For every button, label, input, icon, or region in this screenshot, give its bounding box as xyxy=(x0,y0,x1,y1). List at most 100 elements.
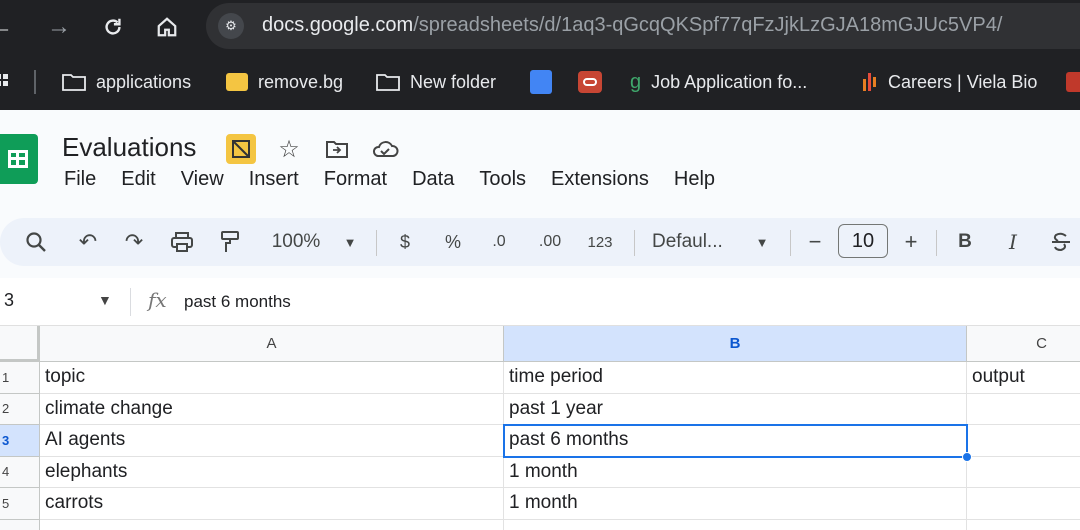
reload-icon[interactable] xyxy=(96,10,130,44)
menu-insert[interactable]: Insert xyxy=(249,168,299,191)
redo-icon[interactable]: ↷ xyxy=(120,228,148,256)
cell-a3[interactable]: AI agents xyxy=(40,425,504,457)
toolbar-separator xyxy=(376,230,377,256)
strikethrough-icon[interactable] xyxy=(1048,228,1074,256)
cell-a5[interactable]: carrots xyxy=(40,488,504,520)
column-header-a[interactable]: A xyxy=(40,326,504,362)
row-header-3[interactable]: 3 xyxy=(0,425,40,457)
cell-b1[interactable]: time period xyxy=(504,362,967,394)
fill-handle[interactable] xyxy=(962,452,972,462)
bookmarks-separator xyxy=(34,70,36,94)
name-box-dropdown-icon[interactable]: ▼ xyxy=(98,292,112,308)
apps-grid-icon[interactable] xyxy=(0,68,10,96)
bookmark-label: applications xyxy=(96,71,192,92)
forward-icon[interactable]: → xyxy=(42,10,76,44)
formula-input[interactable]: past 6 months xyxy=(184,292,291,312)
column-header-c[interactable]: C xyxy=(967,326,1080,362)
cell-a2[interactable]: climate change xyxy=(40,393,504,425)
menu-bar: File Edit View Insert Format Data Tools … xyxy=(64,168,740,191)
removebg-icon xyxy=(226,73,248,91)
menu-help[interactable]: Help xyxy=(674,168,715,191)
menu-format[interactable]: Format xyxy=(324,168,387,191)
row-header-2[interactable]: 2 xyxy=(0,393,40,425)
menu-file[interactable]: File xyxy=(64,168,96,191)
bookmark-careers-viela[interactable]: Careers | Viela Bio xyxy=(862,68,1037,96)
cell-c2[interactable] xyxy=(967,394,1080,425)
row-header-1[interactable]: 1 xyxy=(0,362,40,394)
paint-format-icon[interactable] xyxy=(216,228,244,256)
undo-icon[interactable]: ↶ xyxy=(74,228,102,256)
cell-c3[interactable] xyxy=(967,425,1080,457)
address-bar[interactable]: ⚙ docs.google.com/spreadsheets/d/1aq3-qG… xyxy=(206,3,1080,49)
column-header-b[interactable]: B xyxy=(504,326,967,362)
cell-b6[interactable] xyxy=(504,519,967,530)
cell-c5[interactable] xyxy=(967,488,1080,520)
bookmark-docs[interactable] xyxy=(530,68,552,96)
select-all-corner[interactable] xyxy=(0,326,40,362)
bookmark-label: remove.bg xyxy=(258,71,344,92)
decrease-font-size-button[interactable]: − xyxy=(804,228,826,256)
cell-a1[interactable]: topic xyxy=(40,362,504,394)
bookmark-icon xyxy=(1066,72,1080,92)
back-icon[interactable]: ← xyxy=(0,10,18,44)
folder-icon xyxy=(376,74,400,91)
sheets-logo-icon[interactable] xyxy=(0,134,38,184)
cloud-status-icon[interactable] xyxy=(370,134,400,164)
search-menus-icon[interactable] xyxy=(22,228,50,256)
cell-c4[interactable] xyxy=(967,457,1080,488)
docs-icon xyxy=(530,70,552,94)
cell-b3[interactable]: past 6 months xyxy=(504,425,967,457)
name-box[interactable]: 3 xyxy=(4,290,14,311)
home-icon[interactable] xyxy=(150,10,184,44)
star-icon[interactable]: ☆ xyxy=(274,134,304,164)
toolbar-separator xyxy=(634,230,635,256)
font-dropdown-icon[interactable]: ▼ xyxy=(752,228,772,256)
menu-view[interactable]: View xyxy=(181,168,224,191)
move-to-folder-icon[interactable] xyxy=(322,134,352,164)
document-title[interactable]: Evaluations xyxy=(62,132,196,163)
cell-b5[interactable]: 1 month xyxy=(504,488,967,520)
fx-icon: fx xyxy=(148,288,167,312)
row-header-4[interactable]: 4 xyxy=(0,456,40,488)
cell-a6[interactable] xyxy=(40,519,504,530)
bookmark-label: Job Application fo... xyxy=(651,71,808,92)
bookmark-removebg[interactable]: remove.bg xyxy=(226,68,343,96)
formula-separator xyxy=(130,288,131,316)
row-header-5[interactable]: 5 xyxy=(0,488,40,520)
cell-c1[interactable]: output xyxy=(967,362,1080,394)
menu-extensions[interactable]: Extensions xyxy=(551,168,649,191)
bookmarks-bar: applications remove.bg New folder ɡ Job … xyxy=(0,54,1080,110)
row-header-6[interactable] xyxy=(0,519,40,530)
cell-b2[interactable]: past 1 year xyxy=(504,393,967,425)
menu-edit[interactable]: Edit xyxy=(121,168,155,191)
bookmark-label: New folder xyxy=(410,71,497,92)
decrease-decimal-button[interactable]: .0 xyxy=(486,228,512,256)
bookmark-applications[interactable]: applications xyxy=(62,68,191,96)
cell-b4[interactable]: 1 month xyxy=(504,456,967,488)
cell-c6[interactable] xyxy=(967,520,1080,530)
bookmark-overflow[interactable] xyxy=(1066,68,1080,96)
offline-status-icon[interactable] xyxy=(226,134,256,164)
cell-a4[interactable]: elephants xyxy=(40,456,504,488)
formula-bar: 3 ▼ fx past 6 months xyxy=(0,278,1080,326)
bookmark-job-application[interactable]: ɡ Job Application fo... xyxy=(630,68,807,96)
zoom-select[interactable]: 100% xyxy=(266,228,326,256)
site-settings-icon[interactable]: ⚙ xyxy=(218,13,244,39)
menu-data[interactable]: Data xyxy=(412,168,454,191)
bold-button[interactable]: B xyxy=(954,228,976,256)
format-percent-button[interactable]: % xyxy=(442,228,464,256)
menu-tools[interactable]: Tools xyxy=(479,168,526,191)
font-select[interactable]: Defaul... xyxy=(652,228,736,256)
bookmark-new-folder[interactable]: New folder xyxy=(376,68,496,96)
increase-font-size-button[interactable]: + xyxy=(900,228,922,256)
zoom-dropdown-icon[interactable]: ▼ xyxy=(340,228,360,256)
browser-toolbar: ← → ⚙ docs.google.com/spreadsheets/d/1aq… xyxy=(0,0,1080,54)
more-formats-button[interactable]: 123 xyxy=(584,228,616,256)
toolbar-separator xyxy=(790,230,791,256)
format-currency-button[interactable]: $ xyxy=(394,228,416,256)
bookmark-oracle[interactable] xyxy=(578,68,602,96)
italic-button[interactable]: I xyxy=(1002,228,1024,256)
increase-decimal-button[interactable]: .00 xyxy=(534,228,566,256)
print-icon[interactable] xyxy=(168,228,196,256)
font-size-input[interactable]: 10 xyxy=(838,224,888,258)
